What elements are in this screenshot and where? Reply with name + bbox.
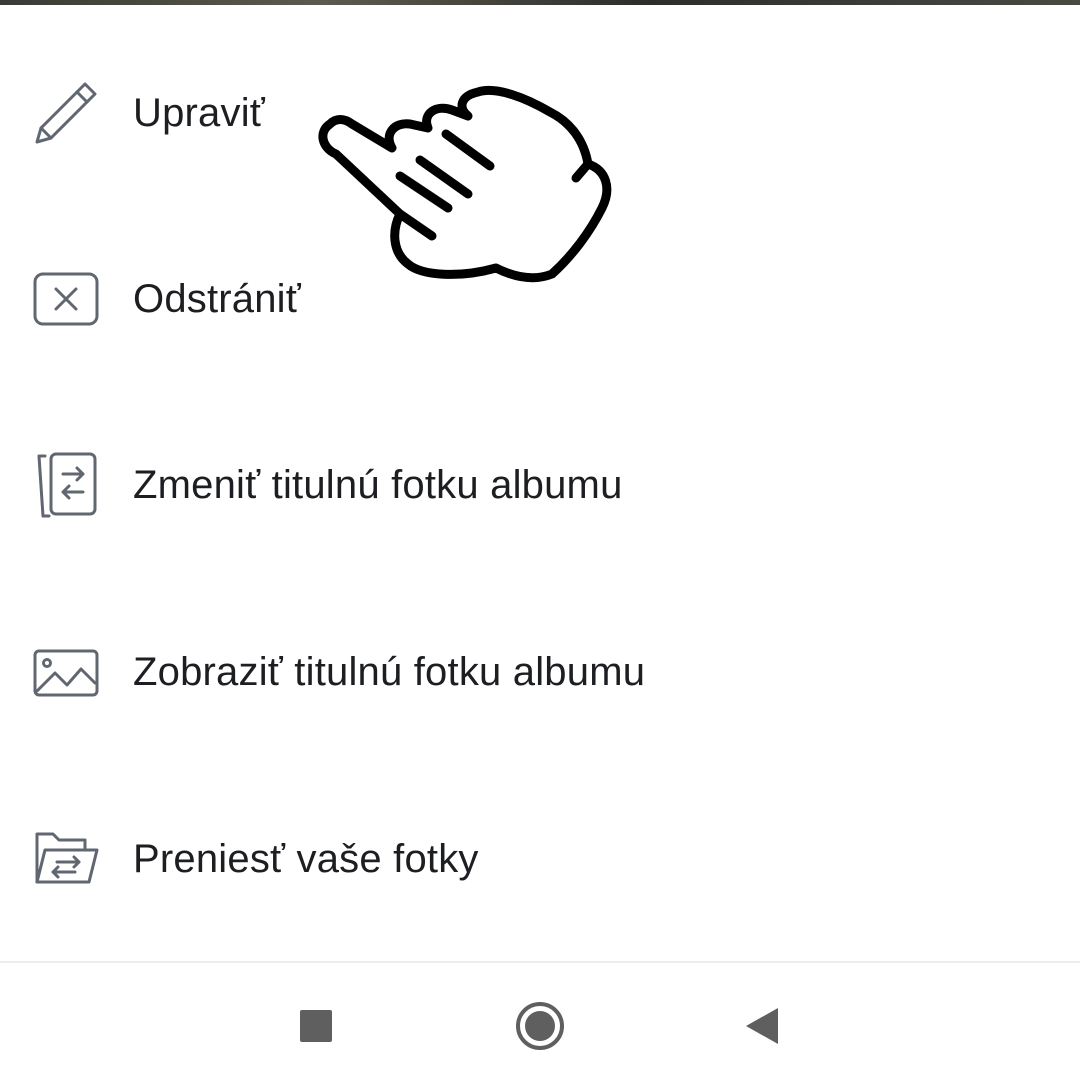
menu-item-label: Upraviť: [133, 90, 265, 135]
pointing-hand-icon: [300, 80, 620, 300]
pencil-icon: [31, 78, 101, 148]
folder-transfer-icon: [31, 824, 101, 894]
recents-button[interactable]: [284, 996, 348, 1060]
back-button[interactable]: [730, 996, 794, 1060]
menu-item-label: Odstrániť: [133, 276, 301, 321]
square-icon: [299, 1009, 333, 1048]
image-icon: [31, 637, 101, 707]
circle-icon: [515, 1001, 565, 1056]
close-box-icon: [31, 264, 101, 334]
menu-item-view-cover[interactable]: Zobraziť titulnú fotku albumu: [0, 607, 1080, 737]
menu-item-transfer-photos[interactable]: Preniesť vaše fotky: [0, 794, 1080, 924]
menu-item-label: Zobraziť titulnú fotku albumu: [133, 649, 646, 694]
system-nav-bar: [0, 963, 1080, 1092]
options-sheet: Upraviť Odstrániť Zmeniť titulnú fotku a…: [0, 0, 1080, 1092]
menu-item-label: Preniesť vaše fotky: [133, 836, 479, 881]
home-button[interactable]: [508, 996, 572, 1060]
menu-item-label: Zmeniť titulnú fotku albumu: [133, 462, 623, 507]
menu-item-change-cover[interactable]: Zmeniť titulnú fotku albumu: [0, 420, 1080, 550]
triangle-back-icon: [744, 1006, 780, 1051]
background-photo-edge: [0, 0, 1080, 5]
swap-photo-icon: [31, 450, 101, 520]
